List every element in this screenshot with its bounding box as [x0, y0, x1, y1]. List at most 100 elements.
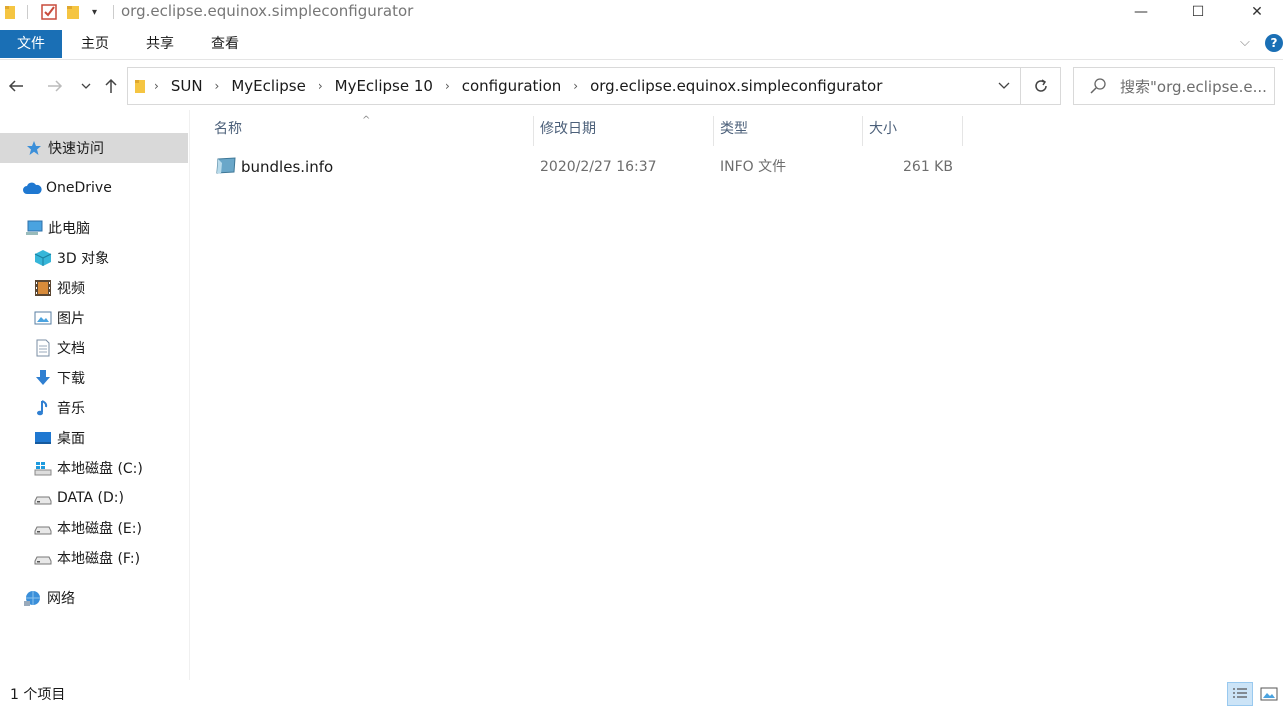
refresh-button[interactable] — [1021, 67, 1061, 105]
recent-locations-button[interactable] — [76, 76, 96, 96]
breadcrumb-myeclipse[interactable]: MyEclipse — [231, 77, 305, 95]
sidebar-item-videos[interactable]: 视频 — [0, 273, 188, 303]
new-folder-icon[interactable] — [66, 3, 80, 21]
sidebar-item-label: 下载 — [57, 371, 85, 387]
navigation-bar: › SUN › MyEclipse › MyEclipse 10 › confi… — [0, 66, 1283, 106]
sidebar-item-network[interactable]: 网络 — [0, 583, 188, 613]
maximize-button[interactable]: ☐ — [1175, 0, 1221, 24]
minimize-icon: — — [1134, 4, 1148, 20]
breadcrumb-sun[interactable]: SUN — [171, 77, 203, 95]
file-type: INFO 文件 — [720, 159, 787, 175]
sidebar-item-label: 3D 对象 — [57, 251, 110, 267]
status-item-count: 1 个项目 — [10, 687, 66, 703]
folder-icon — [134, 78, 146, 94]
sidebar-item-label: 本地磁盘 (C:) — [57, 461, 143, 477]
breadcrumb-current-folder[interactable]: org.eclipse.equinox.simpleconfigurator — [590, 77, 882, 95]
search-box[interactable]: 搜索"org.eclipse.e... — [1073, 67, 1275, 105]
tab-share[interactable]: 共享 — [135, 30, 185, 58]
windows-drive-icon — [33, 458, 53, 478]
maximize-icon: ☐ — [1191, 4, 1205, 20]
file-row[interactable]: bundles.info 2020/2/27 16:37 INFO 文件 261… — [206, 152, 966, 182]
close-button[interactable]: ✕ — [1234, 0, 1280, 24]
search-icon — [1090, 78, 1106, 94]
details-view-button[interactable] — [1227, 682, 1253, 706]
large-icons-view-button[interactable] — [1256, 682, 1282, 706]
sidebar-item-drive-c[interactable]: 本地磁盘 (C:) — [0, 453, 188, 483]
breadcrumb-separator[interactable]: › — [318, 79, 323, 93]
properties-icon[interactable] — [40, 3, 58, 21]
sidebar-item-drive-d[interactable]: DATA (D:) — [0, 483, 188, 513]
file-name: bundles.info — [241, 158, 334, 176]
back-button[interactable] — [6, 76, 26, 96]
music-icon — [33, 398, 53, 418]
drive-icon — [33, 518, 53, 538]
refresh-icon — [1034, 79, 1047, 92]
sidebar-item-label: 此电脑 — [48, 221, 90, 237]
sidebar-item-3d-objects[interactable]: 3D 对象 — [0, 243, 188, 273]
help-icon[interactable]: ? — [1265, 34, 1283, 52]
close-icon: ✕ — [1251, 4, 1263, 20]
sidebar-item-label: 音乐 — [57, 401, 85, 417]
sidebar-item-drive-f[interactable]: 本地磁盘 (F:) — [0, 543, 188, 573]
sidebar-item-this-pc[interactable]: 此电脑 — [0, 213, 188, 243]
sidebar-item-label: 快速访问 — [48, 141, 104, 157]
address-bar[interactable]: › SUN › MyEclipse › MyEclipse 10 › confi… — [127, 67, 1021, 105]
tab-file[interactable]: 文件 — [0, 30, 62, 58]
breadcrumb-separator[interactable]: › — [215, 79, 220, 93]
sidebar-item-label: 本地磁盘 (F:) — [57, 551, 141, 567]
forward-arrow-icon — [48, 80, 63, 92]
sidebar-item-desktop[interactable]: 桌面 — [0, 423, 188, 453]
breadcrumb-separator[interactable]: › — [154, 79, 159, 93]
sidebar-item-label: 网络 — [47, 591, 75, 607]
star-icon — [24, 138, 44, 158]
sidebar-item-downloads[interactable]: 下载 — [0, 363, 188, 393]
minimize-button[interactable]: — — [1118, 0, 1164, 24]
sidebar-item-music[interactable]: 音乐 — [0, 393, 188, 423]
up-button[interactable] — [101, 76, 121, 96]
file-size: 261 KB — [903, 159, 953, 175]
picture-icon — [33, 308, 53, 328]
breadcrumb-separator[interactable]: › — [573, 79, 578, 93]
drive-icon — [33, 488, 53, 508]
large-icons-view-icon — [1260, 687, 1278, 701]
cube-icon — [33, 248, 53, 268]
sidebar-item-label: OneDrive — [46, 180, 112, 196]
cloud-icon — [22, 178, 42, 198]
customize-toolbar-icon[interactable]: ▾ — [92, 3, 97, 21]
column-header-date[interactable]: 修改日期 — [534, 116, 714, 146]
sidebar-item-label: 文档 — [57, 341, 85, 357]
sidebar-item-documents[interactable]: 文档 — [0, 333, 188, 363]
breadcrumb-separator[interactable]: › — [445, 79, 450, 93]
column-header-name[interactable]: 名称 ^ — [208, 115, 534, 146]
forward-button[interactable] — [45, 76, 65, 96]
details-view-icon — [1233, 688, 1247, 698]
sidebar-item-label: 桌面 — [57, 431, 85, 447]
sidebar-item-label: 本地磁盘 (E:) — [57, 521, 142, 537]
sidebar-item-quick-access[interactable]: 快速访问 — [0, 133, 188, 163]
file-modified: 2020/2/27 16:37 — [540, 159, 657, 175]
breadcrumb-configuration[interactable]: configuration — [462, 77, 562, 95]
sidebar-item-pictures[interactable]: 图片 — [0, 303, 188, 333]
breadcrumb-myeclipse-10[interactable]: MyEclipse 10 — [335, 77, 433, 95]
desktop-icon — [33, 428, 53, 448]
sidebar-item-label: 视频 — [57, 281, 85, 297]
sidebar-item-label: 图片 — [57, 311, 85, 327]
tab-home[interactable]: 主页 — [70, 30, 120, 58]
sort-ascending-icon: ^ — [362, 115, 371, 126]
folder-icon — [4, 3, 16, 21]
sidebar-item-drive-e[interactable]: 本地磁盘 (E:) — [0, 513, 188, 543]
network-icon — [23, 588, 43, 608]
file-icon — [215, 157, 237, 177]
column-header-type[interactable]: 类型 — [714, 116, 863, 146]
sidebar-item-label: DATA (D:) — [57, 490, 124, 506]
search-placeholder: 搜索"org.eclipse.e... — [1120, 77, 1267, 96]
expand-ribbon-icon[interactable]: ⌵ — [1240, 35, 1250, 50]
computer-icon — [24, 218, 44, 238]
chevron-down-icon — [81, 83, 91, 89]
column-header-size[interactable]: 大小 — [863, 116, 963, 146]
sidebar-item-onedrive[interactable]: OneDrive — [0, 173, 188, 203]
back-arrow-icon — [8, 80, 23, 92]
tab-view[interactable]: 查看 — [200, 30, 250, 58]
drive-icon — [33, 548, 53, 568]
address-dropdown-icon[interactable] — [998, 82, 1010, 90]
